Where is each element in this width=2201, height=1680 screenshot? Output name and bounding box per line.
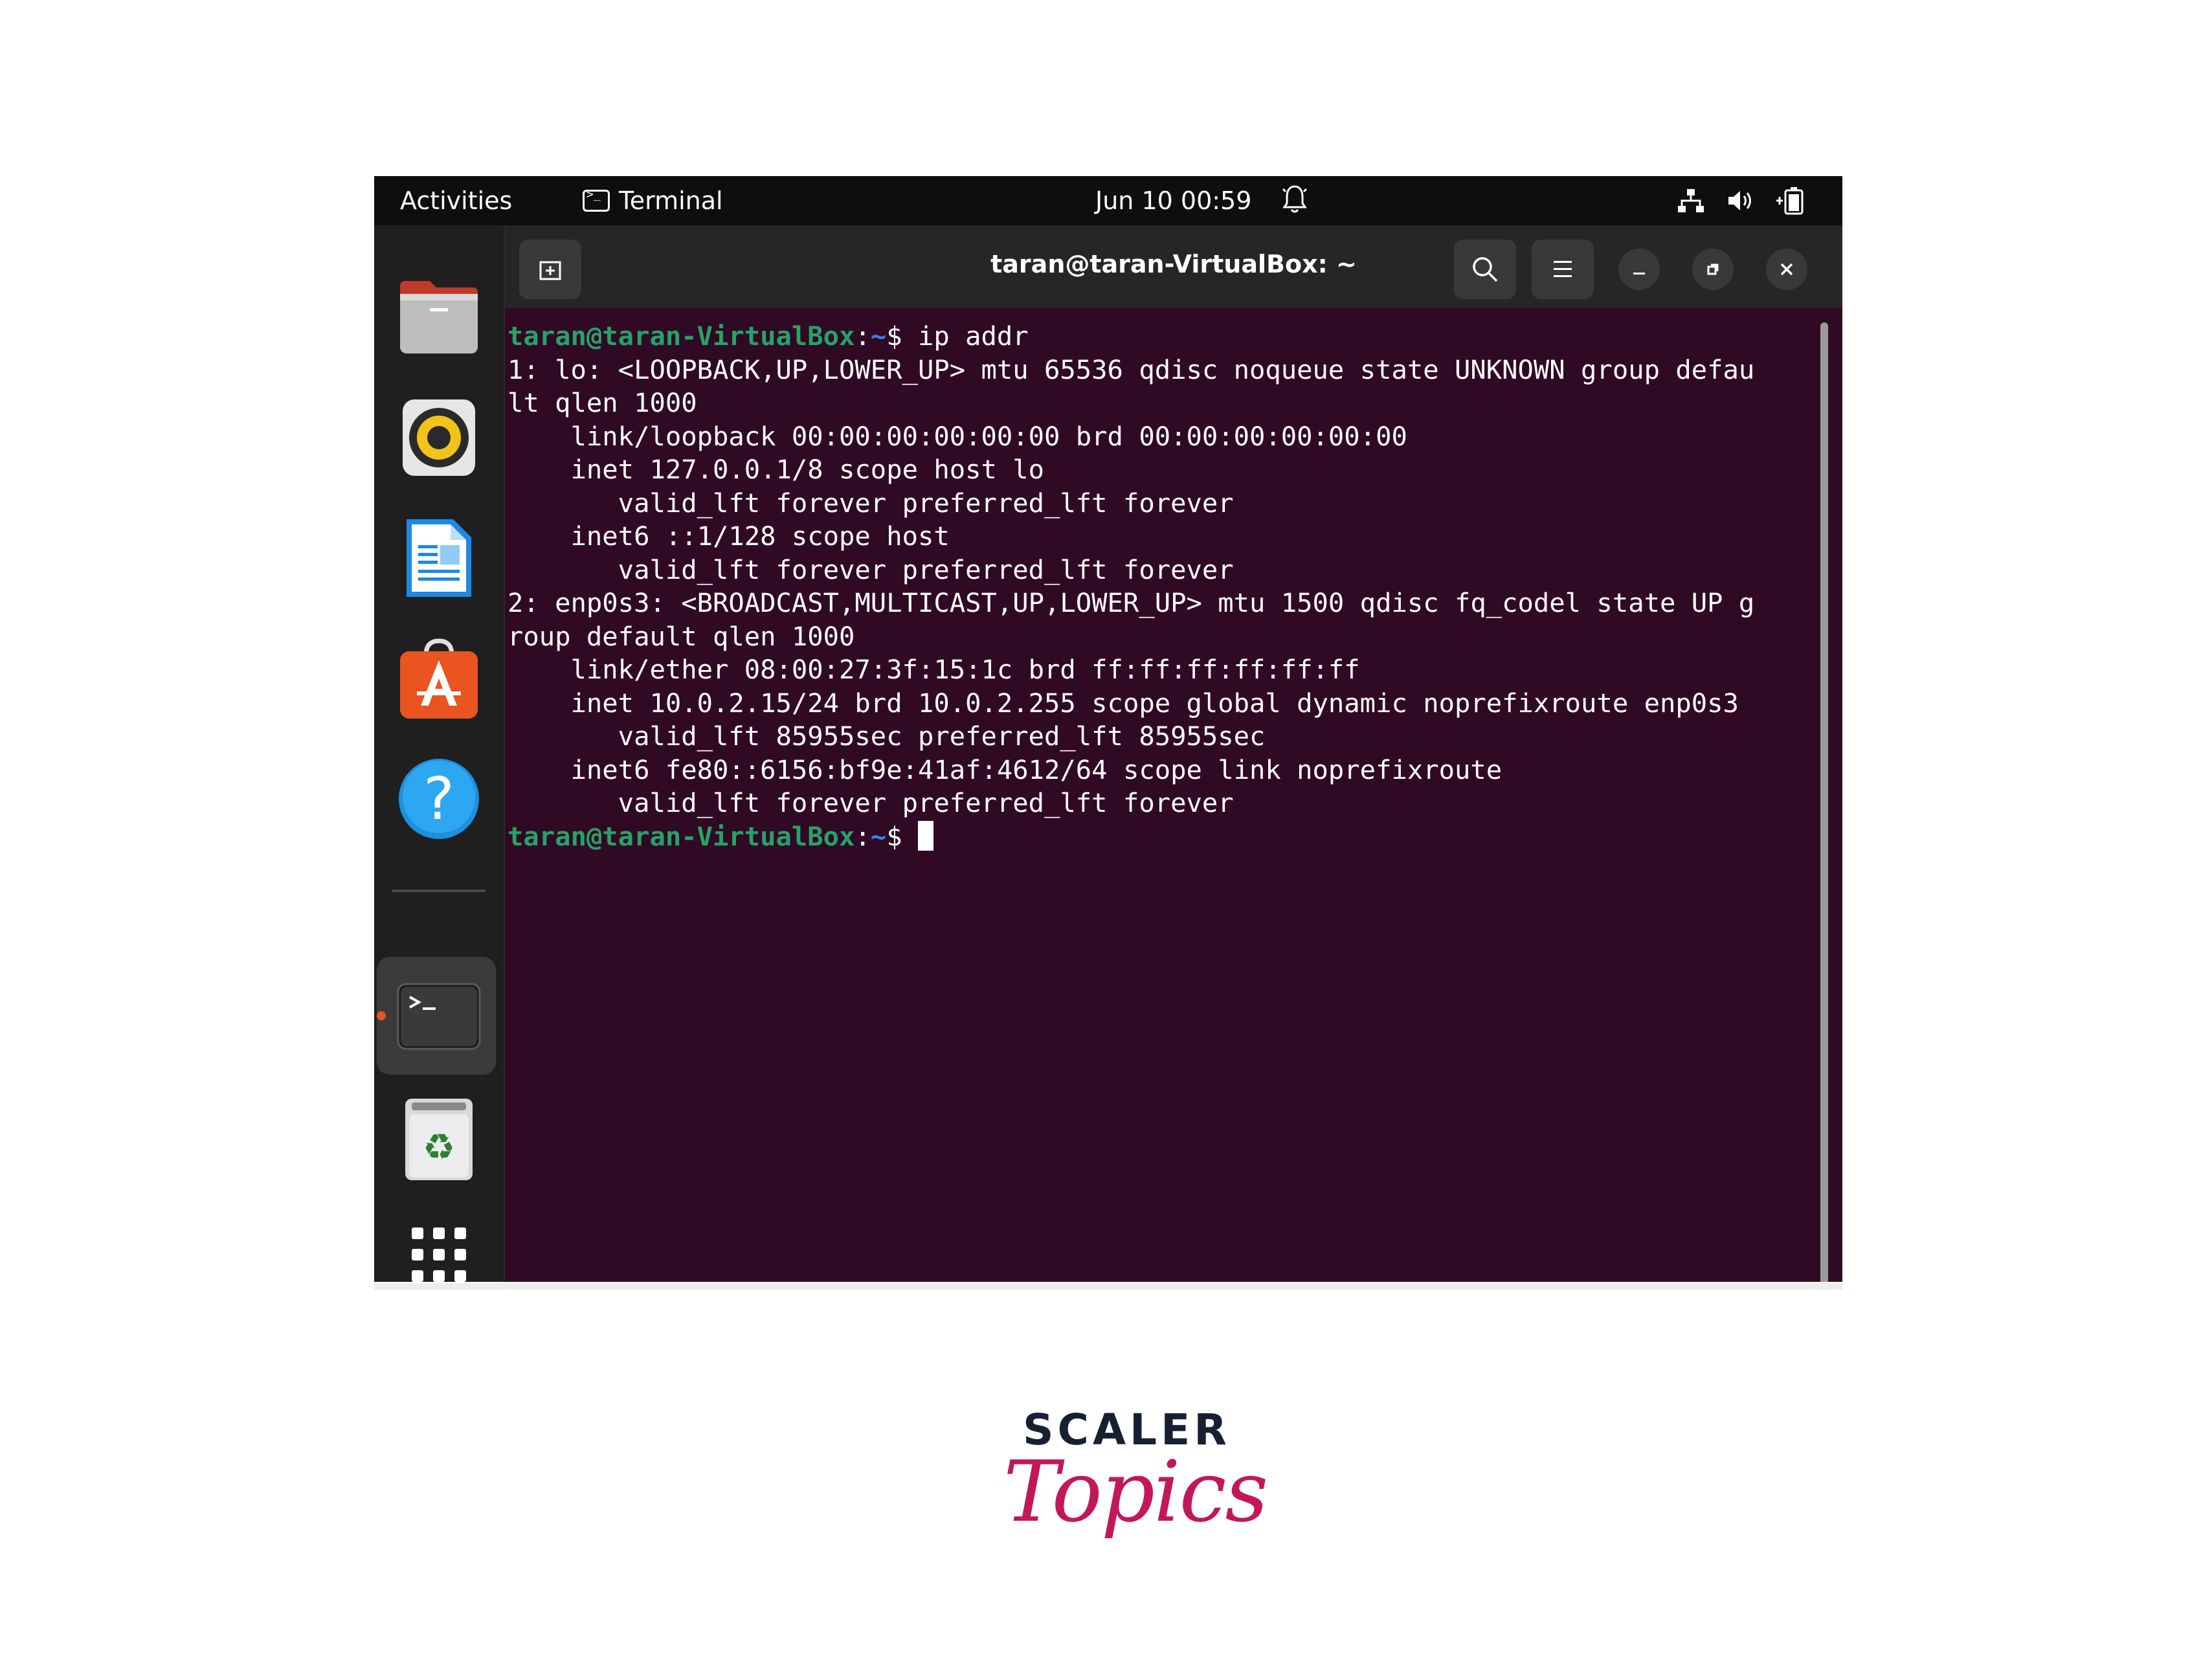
ubuntu-desktop: Activities Terminal Jun 10 00:59 [374, 176, 1842, 1282]
search-button[interactable] [1454, 240, 1516, 299]
dock-trash[interactable]: ♻ [392, 1093, 486, 1186]
help-icon: ? [399, 759, 479, 839]
close-icon [1780, 263, 1793, 276]
running-indicator [377, 1011, 386, 1020]
output-line: valid_lft forever preferred_lft forever [508, 487, 1234, 519]
prompt-user: taran@taran-VirtualBox [508, 320, 855, 352]
search-icon [1473, 257, 1498, 282]
battery-icon [1776, 187, 1804, 215]
software-store-icon [400, 638, 478, 719]
output-line: link/loopback 00:00:00:00:00:00 brd 00:0… [508, 420, 1407, 452]
command-text: ip addr [918, 320, 1029, 352]
output-line: inet6 fe80::6156:bf9e:41af:4612/64 scope… [508, 754, 1503, 785]
restore-button[interactable] [1692, 249, 1734, 290]
terminal-icon [397, 983, 481, 1050]
dock-terminal[interactable] [392, 970, 486, 1063]
dock-separator [392, 890, 486, 892]
document-icon [407, 519, 471, 597]
notification-bell-icon[interactable] [1282, 183, 1308, 215]
dock-help[interactable]: ? [392, 752, 486, 846]
current-prompt: taran@taran-VirtualBox:~$ [508, 820, 1809, 854]
restore-icon [1707, 263, 1719, 275]
clock[interactable]: Jun 10 00:59 [1095, 186, 1251, 215]
output-line: inet 127.0.0.1/8 scope host lo [508, 454, 1045, 485]
frame-shadow [374, 1283, 1842, 1290]
output-line: lt qlen 1000 [508, 387, 697, 418]
app-name: Terminal [619, 186, 723, 215]
dock: ? ♻ [374, 225, 504, 1282]
dock-ubuntu-software[interactable] [392, 632, 486, 725]
scrollbar[interactable] [1820, 322, 1828, 1282]
app-menu[interactable]: Terminal [583, 186, 723, 215]
prompt-user: taran@taran-VirtualBox [508, 820, 855, 852]
dock-rhythmbox[interactable] [392, 391, 486, 484]
output-line: inet6 ::1/128 scope host [508, 521, 950, 552]
svg-text:♻: ♻ [423, 1126, 455, 1169]
minimize-icon [1633, 273, 1645, 274]
network-icon [1678, 189, 1704, 212]
terminal-output[interactable]: taran@taran-VirtualBox:~$ ip addr 1: lo: … [508, 320, 1809, 1271]
trash-icon: ♻ [405, 1099, 473, 1180]
output-line: roup default qlen 1000 [508, 620, 855, 652]
dock-writer[interactable] [392, 511, 486, 605]
logo-topics-text: Topics [1003, 1442, 1268, 1541]
prompt-path: ~ [870, 320, 887, 352]
output-line: inet 10.0.2.15/24 brd 10.0.2.255 scope g… [508, 687, 1739, 719]
title-bar[interactable]: taran@taran-VirtualBox: ~ [505, 225, 1842, 308]
volume-icon [1728, 191, 1751, 210]
files-folder-icon [400, 281, 478, 353]
dock-files[interactable] [392, 271, 486, 364]
activities-button[interactable]: Activities [400, 186, 512, 215]
speaker-icon [403, 399, 475, 476]
output-line: 1: lo: <LOOPBACK,UP,LOWER_UP> mtu 65536 … [508, 353, 1755, 385]
close-button[interactable] [1766, 249, 1807, 290]
menu-button[interactable] [1532, 240, 1594, 299]
minimize-button[interactable] [1618, 249, 1660, 290]
top-bar: Activities Terminal Jun 10 00:59 [374, 176, 1842, 225]
output-line: valid_lft forever preferred_lft forever [508, 787, 1234, 818]
app-grid-icon [412, 1227, 466, 1282]
output-line: 2: enp0s3: <BROADCAST,MULTICAST,UP,LOWER… [508, 587, 1755, 618]
command-line: taran@taran-VirtualBox:~$ ip addr [508, 320, 1029, 352]
text-cursor [918, 820, 933, 851]
prompt-path: ~ [870, 820, 887, 852]
hamburger-menu-icon [1554, 261, 1572, 277]
terminal-icon [583, 188, 610, 212]
output-line: link/ether 08:00:27:3f:15:1c brd ff:ff:f… [508, 654, 1360, 685]
terminal-window: taran@taran-VirtualBox: ~ taran@taran-Vi… [505, 225, 1842, 1282]
output-line: valid_lft forever preferred_lft forever [508, 554, 1234, 585]
scaler-topics-logo: SCALER Topics [1003, 1405, 1268, 1573]
dock-show-applications[interactable] [392, 1208, 486, 1282]
system-tray[interactable] [1677, 186, 1806, 215]
output-line: valid_lft 85955sec preferred_lft 85955se… [508, 721, 1266, 752]
svg-text:?: ? [423, 765, 454, 833]
